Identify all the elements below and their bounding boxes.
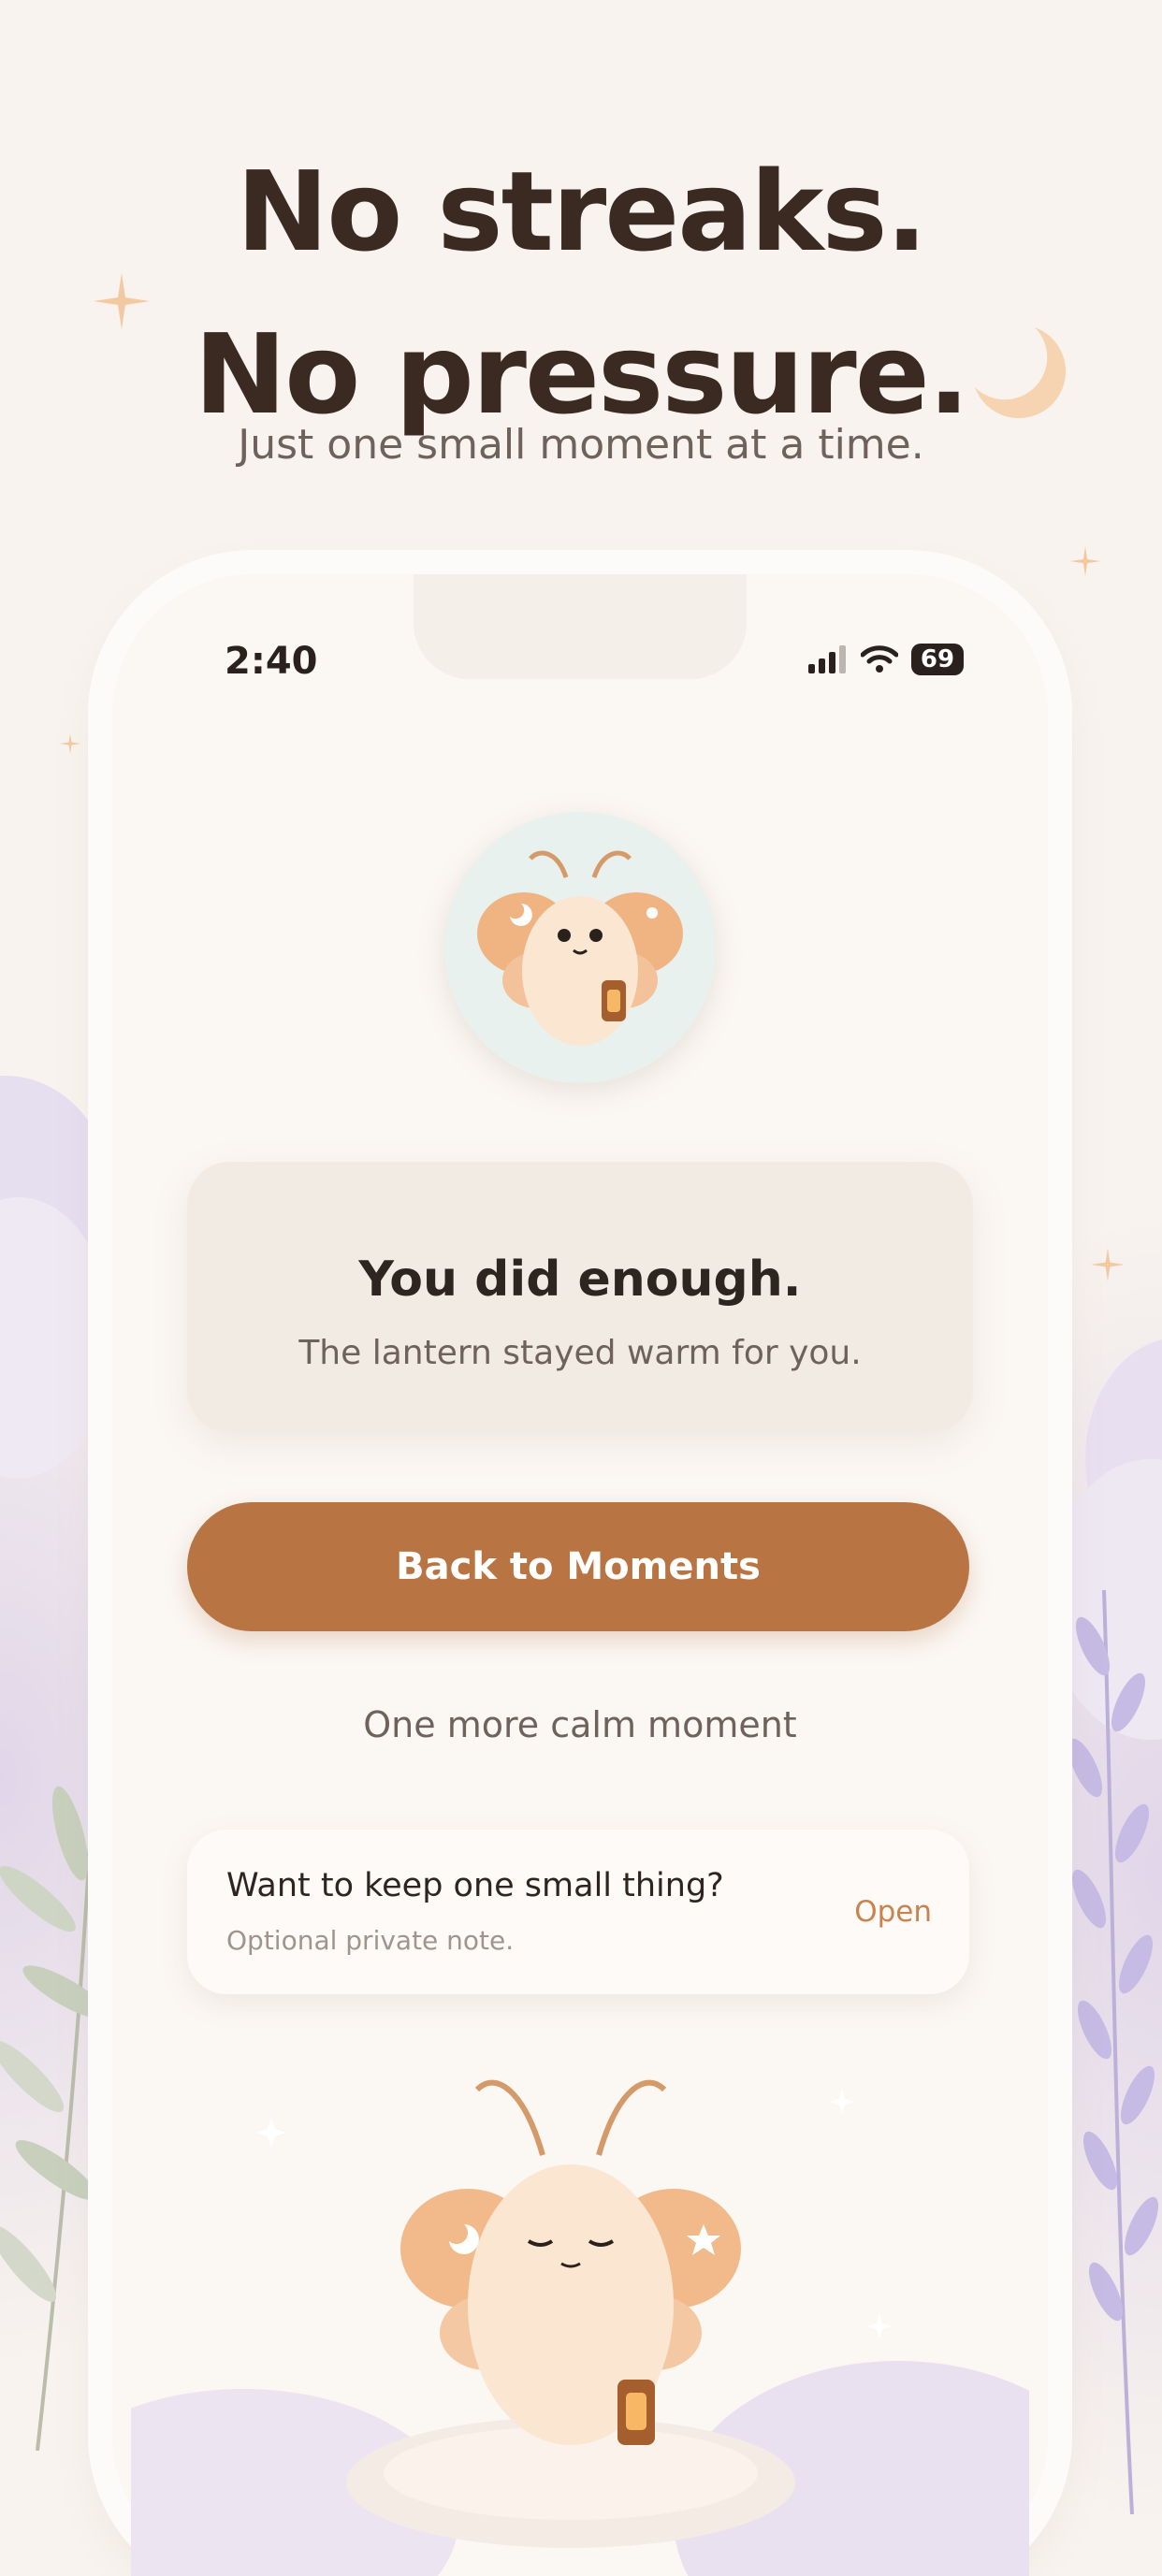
cellular-signal-icon	[808, 645, 846, 673]
phone-notch	[414, 574, 747, 679]
moth-mascot	[477, 850, 683, 1046]
sparkle-icon	[60, 733, 80, 754]
note-title: Want to keep one small thing?	[226, 1867, 724, 1904]
status-time: 2:40	[225, 640, 318, 683]
note-open-button[interactable]: Open	[854, 1895, 932, 1929]
wifi-icon	[861, 645, 898, 673]
right-lavender-decoration	[1068, 1590, 1159, 2514]
sparkle-icon	[1091, 1248, 1125, 1281]
sleeping-moth-illustration	[131, 2079, 1029, 2576]
back-to-moments-button[interactable]: Back to Moments	[187, 1502, 969, 1631]
completion-title: You did enough.	[358, 1252, 802, 1308]
headline-line-1: No streaks.	[236, 147, 928, 276]
note-subtitle: Optional private note.	[226, 1925, 515, 1956]
left-leaves-decoration	[0, 1777, 109, 2451]
headline-subtitle: Just one small moment at a time.	[238, 421, 924, 469]
one-more-moment-link[interactable]: One more calm moment	[112, 1704, 1048, 1745]
moon-icon	[975, 327, 1067, 419]
status-icons: 69	[808, 644, 964, 675]
phone-mockup: 2:40 69 You did enough. The lantern stay…	[112, 574, 1048, 2576]
private-note-card[interactable]: Want to keep one small thing? Optional p…	[187, 1830, 969, 1994]
battery-icon: 69	[911, 644, 964, 675]
completion-card: You did enough. The lantern stayed warm …	[187, 1162, 973, 1433]
sparkle-icon	[1070, 546, 1100, 576]
sparkle-icon	[94, 273, 150, 329]
completion-subtitle: The lantern stayed warm for you.	[298, 1334, 862, 1372]
moth-mascot-avatar	[444, 812, 716, 1083]
